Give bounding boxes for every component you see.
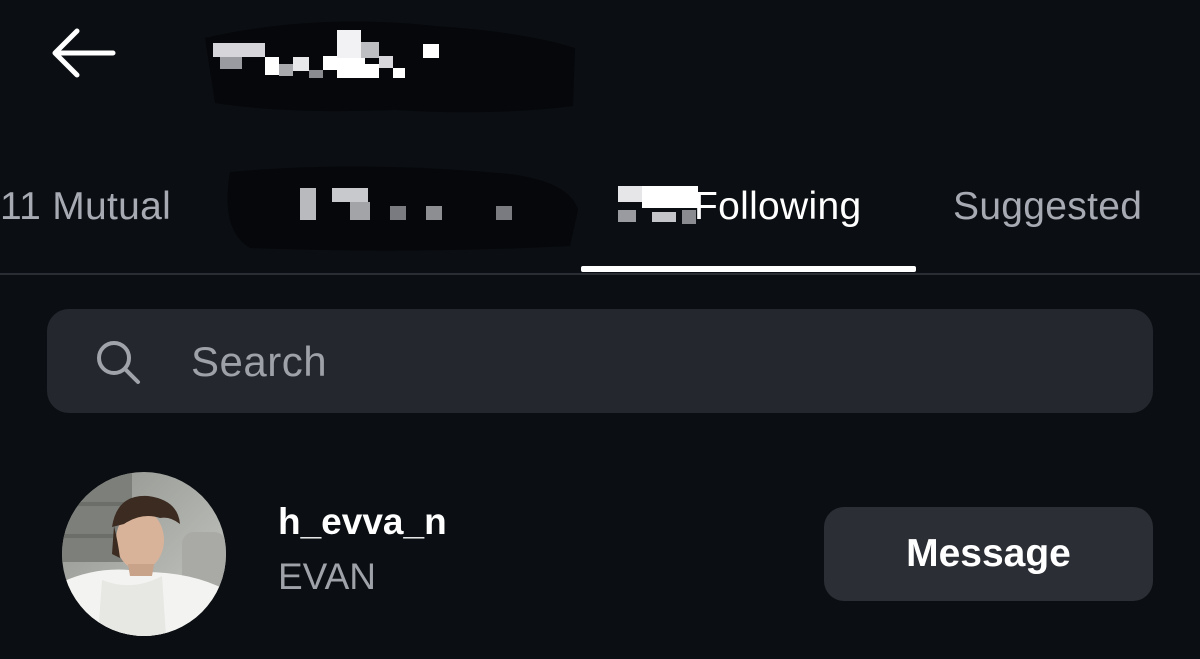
tab-mutual[interactable]: 11 Mutual xyxy=(0,182,171,232)
username[interactable]: h_evva_n xyxy=(278,500,447,544)
search-icon xyxy=(97,341,140,384)
tab-suggested[interactable]: Suggested xyxy=(953,182,1142,232)
avatar[interactable] xyxy=(62,472,226,636)
arrow-left-icon xyxy=(52,28,116,78)
tab-bar: 11 Mutual Following Suggested xyxy=(0,160,1200,275)
active-tab-indicator xyxy=(581,266,916,272)
avatar-image xyxy=(62,472,226,636)
divider xyxy=(0,273,1200,275)
message-button[interactable]: Message xyxy=(824,507,1153,601)
display-name: EVAN xyxy=(278,556,377,597)
redacted-title xyxy=(205,21,575,113)
redacted-tab xyxy=(227,166,578,251)
search-bar[interactable] xyxy=(47,309,1153,413)
back-button[interactable] xyxy=(44,24,120,82)
redacted-count xyxy=(618,186,698,224)
list-item[interactable]: h_evva_n EVAN Message xyxy=(0,455,1200,655)
header xyxy=(0,0,1200,120)
tab-following[interactable]: Following xyxy=(694,182,861,232)
search-input[interactable] xyxy=(189,333,1093,391)
following-screen: 11 Mutual Following Suggested Search h_e… xyxy=(0,0,1200,659)
